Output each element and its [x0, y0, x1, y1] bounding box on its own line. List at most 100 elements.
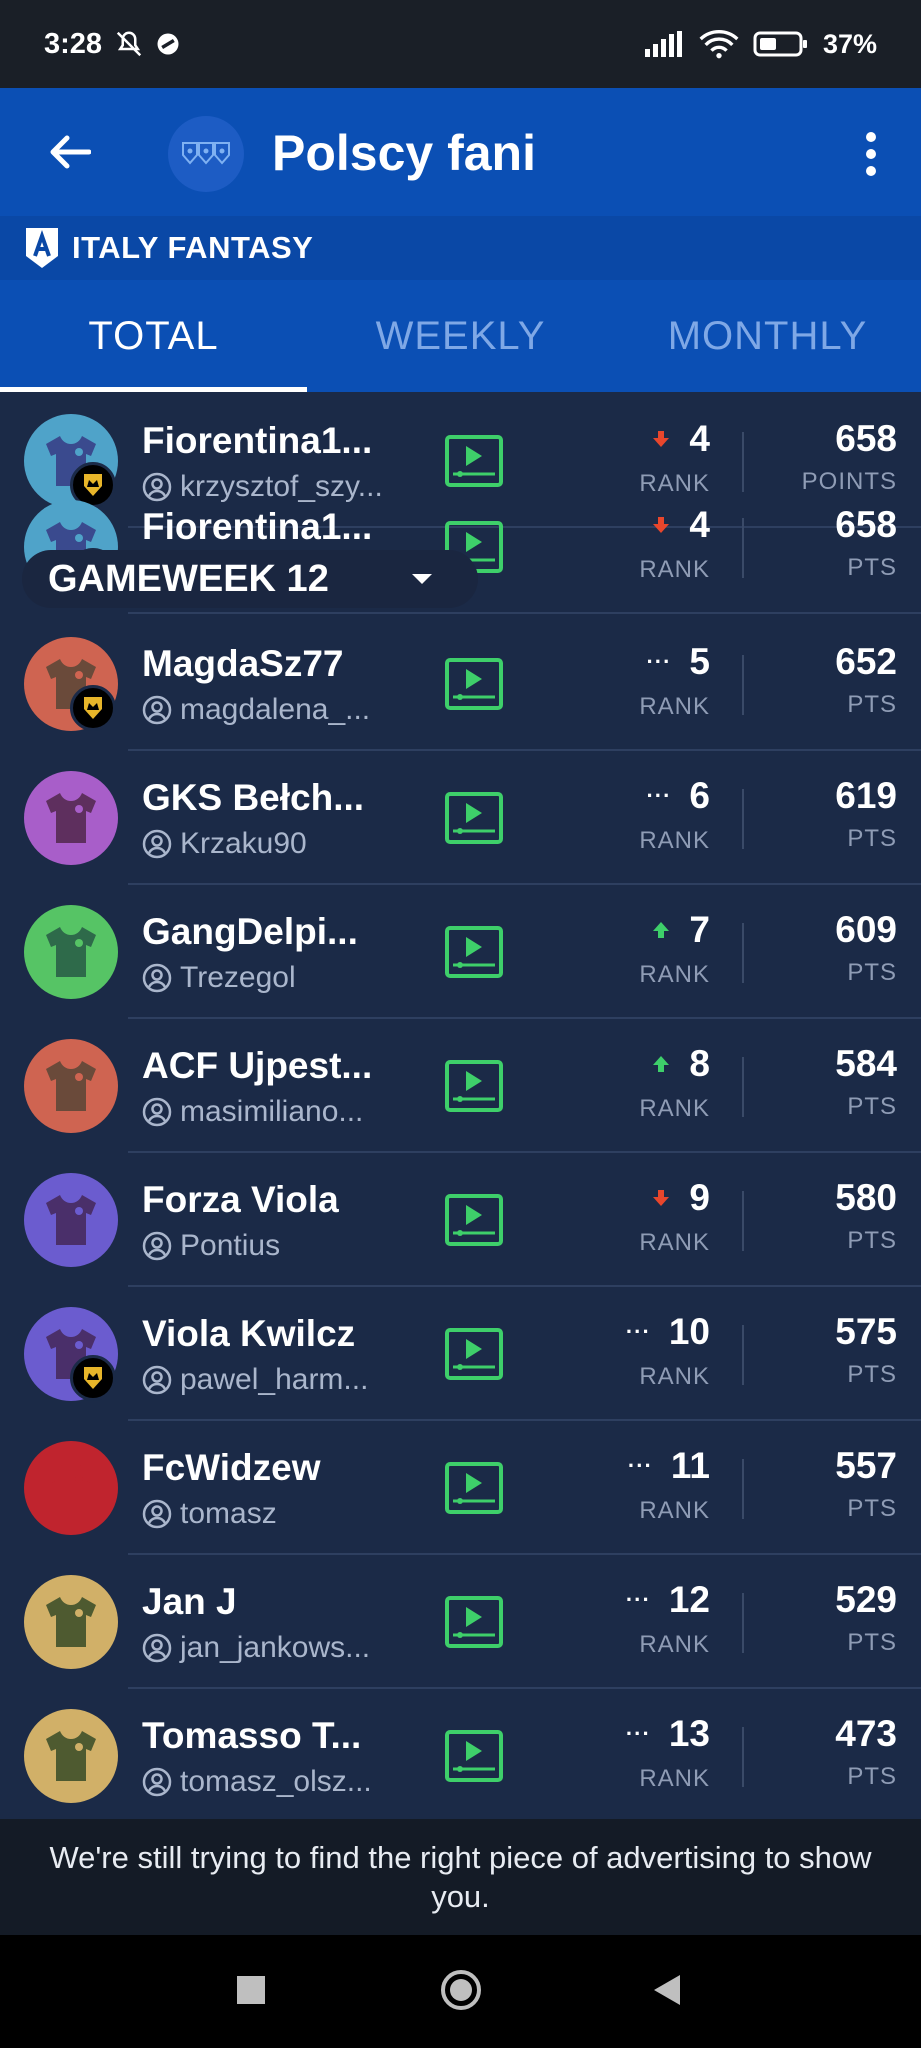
watch-team-button[interactable]	[444, 657, 504, 711]
points-value: 580	[835, 1177, 897, 1218]
team-name: Fiorentina1...	[142, 420, 373, 461]
points-label: PTS	[847, 1093, 897, 1120]
standings-row[interactable]: Viola Kwilcz pawel_harm... ··· 10 RANK 5…	[0, 1287, 921, 1421]
rank-down-arrow-icon	[653, 517, 670, 533]
gameweek-label: GAMEWEEK 12	[48, 557, 329, 600]
standings-row[interactable]: GKS Bełch... Krzaku90 ··· 6 RANK 619 PTS	[0, 751, 921, 885]
play-video-icon	[445, 1462, 503, 1514]
standings-row[interactable]: ACF Ujpest... masimiliano... 8 RANK 584 …	[0, 1019, 921, 1153]
play-video-icon	[445, 792, 503, 844]
manager-username: masimiliano...	[180, 1095, 364, 1128]
battery-level: 37%	[822, 28, 877, 59]
watch-team-button[interactable]	[444, 1595, 504, 1649]
rank-label: RANK	[639, 1095, 710, 1122]
standings-row[interactable]: MagdaSz77 magdalena_... ··· 5 RANK 652 P…	[0, 617, 921, 751]
column-divider	[742, 789, 744, 849]
back-nav-button[interactable]	[642, 1965, 692, 2015]
standings-row[interactable]: Tomasso T... tomasz_olsz... ··· 13 RANK …	[0, 1689, 921, 1819]
tab-weekly[interactable]: WEEKLY	[307, 280, 614, 392]
watch-team-button[interactable]	[444, 1193, 504, 1247]
rank-value: 13	[668, 1713, 710, 1754]
user-icon	[142, 1633, 172, 1663]
points-area: 557 PTS	[835, 1445, 897, 1523]
watch-team-button[interactable]	[444, 1327, 504, 1381]
points-area: 609 PTS	[835, 909, 897, 987]
rank-same-icon: ···	[627, 1453, 653, 1478]
team-name: Forza Viola	[142, 1179, 339, 1220]
team-avatar	[24, 1709, 118, 1803]
row-divider	[128, 612, 921, 614]
shirt-icon	[46, 927, 96, 977]
page-title: Polscy fani	[272, 125, 536, 181]
data-saver-icon	[157, 33, 179, 55]
manager-username: tomasz	[180, 1497, 277, 1530]
rank-value: 9	[689, 1177, 710, 1218]
league-logo	[168, 116, 244, 192]
rank-label: RANK	[639, 1229, 710, 1256]
signal-icon	[644, 31, 682, 57]
team-avatar	[24, 771, 118, 865]
watch-team-button[interactable]	[444, 925, 504, 979]
manager-name: tomasz_olsz...	[142, 1765, 372, 1799]
manager-name: Pontius	[142, 1229, 280, 1263]
brand-logo-icon	[26, 228, 58, 268]
watch-team-button[interactable]	[444, 1461, 504, 1515]
points-area: 529 PTS	[835, 1579, 897, 1657]
standings-row[interactable]: FcWidzew tomasz ··· 11 RANK 557 PTS	[0, 1421, 921, 1555]
rank-area: 8 RANK	[600, 1043, 710, 1133]
rank-value: 6	[689, 775, 710, 816]
points-label: PTS	[847, 825, 897, 852]
manager-name: jan_jankows...	[142, 1631, 370, 1665]
user-icon	[142, 829, 172, 859]
standings-row[interactable]: Jan J jan_jankows... ··· 12 RANK 529 PTS	[0, 1555, 921, 1689]
recents-button[interactable]	[226, 1965, 276, 2015]
standings-row[interactable]: Forza Viola Pontius 9 RANK 580 PTS	[0, 1153, 921, 1287]
square-icon	[237, 1976, 265, 2004]
points-label: PTS	[847, 1227, 897, 1254]
rank-area: ··· 12 RANK	[600, 1579, 710, 1669]
points-value: 557	[835, 1445, 897, 1486]
rank-value: 11	[670, 1445, 710, 1486]
home-button[interactable]	[436, 1965, 486, 2015]
tab-monthly[interactable]: MONTHLY	[614, 280, 921, 392]
play-video-icon	[445, 1194, 503, 1246]
team-avatar	[24, 1575, 118, 1669]
shields-icon	[182, 142, 230, 165]
manager-name: pawel_harm...	[142, 1363, 368, 1397]
user-icon	[142, 1499, 172, 1529]
points-label: PTS	[847, 554, 897, 581]
tab-total[interactable]: TOTAL	[0, 280, 307, 392]
standings-row[interactable]: GangDelpi... Trezegol 7 RANK 609 PTS	[0, 885, 921, 1019]
triangle-back-icon	[654, 1975, 680, 2005]
rank-label: RANK	[639, 1497, 710, 1524]
rank-label: RANK	[639, 961, 710, 988]
column-divider	[742, 1459, 744, 1519]
team-name: Tomasso T...	[142, 1715, 362, 1756]
ad-banner[interactable]: We're still trying to find the right pie…	[0, 1819, 921, 1935]
watch-team-button[interactable]	[444, 1729, 504, 1783]
play-video-icon	[445, 1730, 503, 1782]
play-video-icon	[445, 658, 503, 710]
play-video-icon	[445, 926, 503, 978]
points-value: 619	[835, 775, 897, 816]
rank-same-icon: ···	[625, 1721, 651, 1746]
team-name: Jan J	[142, 1581, 237, 1622]
team-name: MagdaSz77	[142, 643, 344, 684]
watch-team-button[interactable]	[444, 1059, 504, 1113]
column-divider	[742, 1191, 744, 1251]
shirt-icon	[46, 1463, 96, 1513]
status-bar: 3:28 37%	[0, 0, 921, 88]
more-options-button[interactable]	[851, 126, 891, 182]
rank-up-arrow-icon	[653, 922, 670, 938]
points-value: 575	[835, 1311, 897, 1352]
play-video-icon	[445, 1596, 503, 1648]
gameweek-selector[interactable]: GAMEWEEK 12	[22, 550, 478, 608]
manager-username: Pontius	[180, 1229, 281, 1262]
battery-icon	[753, 31, 807, 57]
rank-value: 4	[689, 418, 710, 459]
rank-area: ··· 10 RANK	[600, 1311, 710, 1401]
system-nav-bar	[0, 1935, 921, 2048]
watch-team-button[interactable]	[444, 791, 504, 845]
brand-bar: ITALY FANTASY	[0, 216, 921, 280]
back-button[interactable]	[40, 122, 100, 182]
